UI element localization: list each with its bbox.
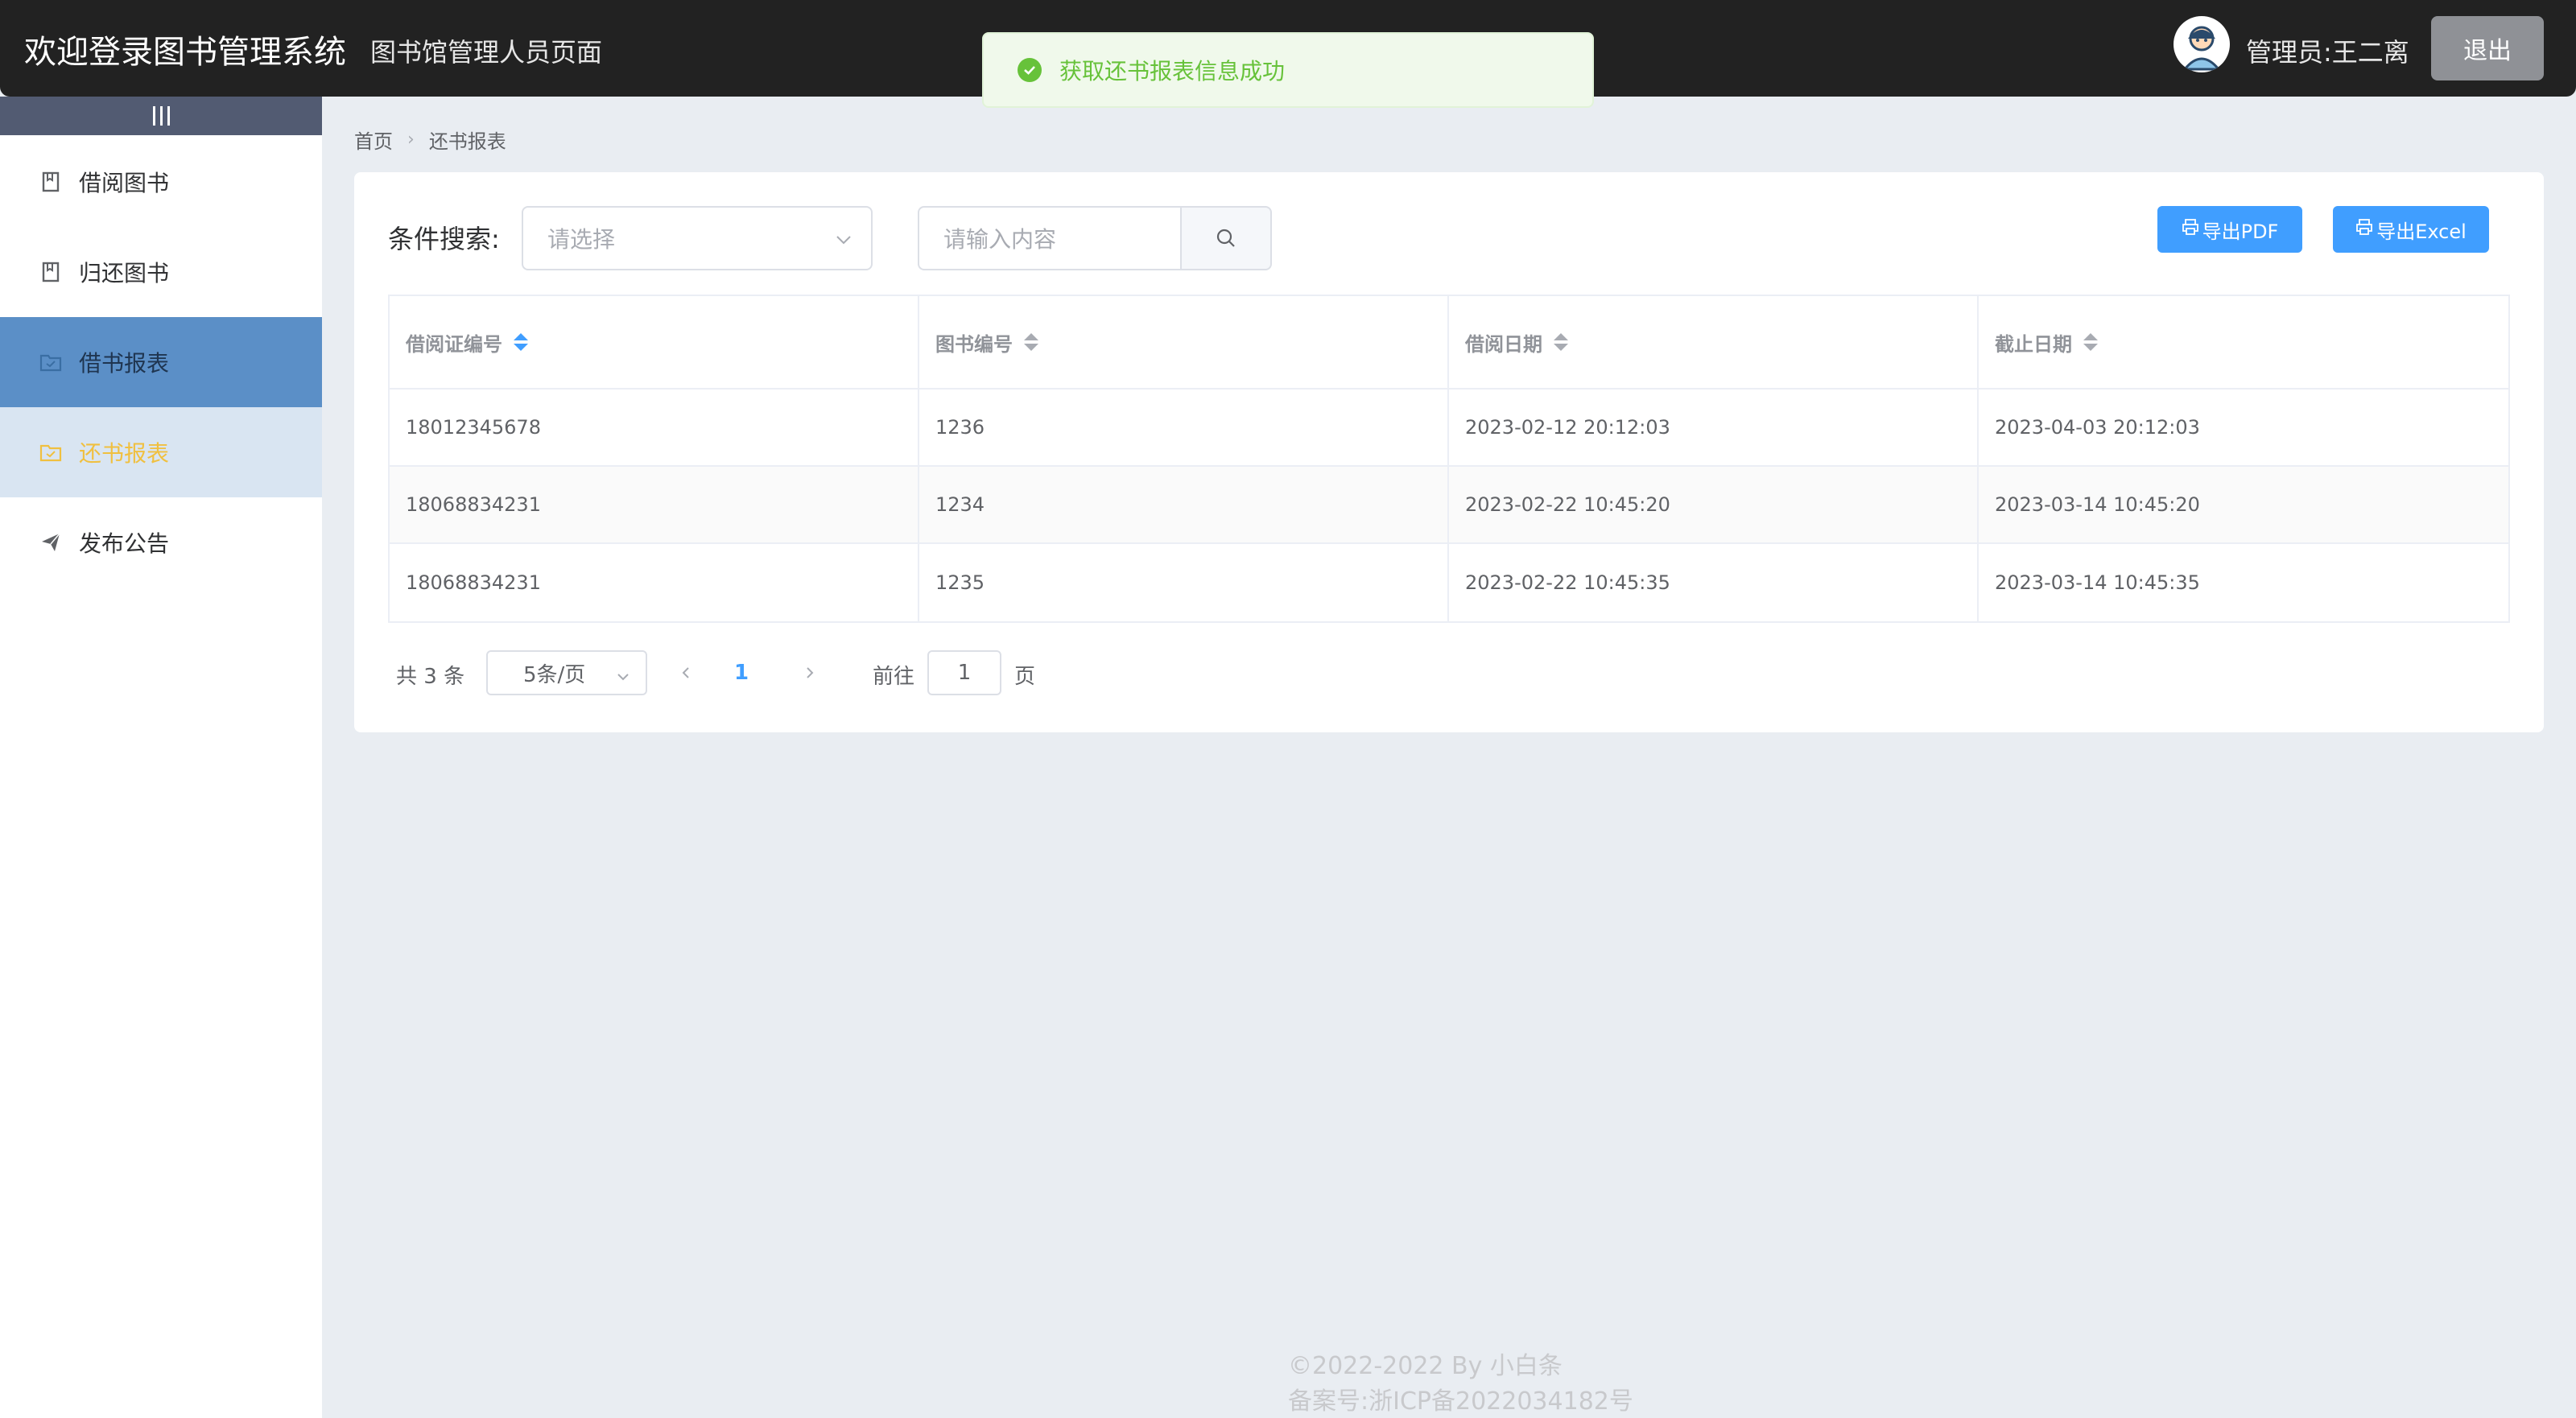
app-subtitle: 图书馆管理人员页面 [370,37,603,68]
condition-select[interactable]: 请选择 [522,206,873,270]
table-row: 18068834231 1234 2023-02-22 10:45:20 202… [390,467,2508,544]
sidebar-menu: 借阅图书 归还图书 借书报表 还书报表 发布公告 [0,137,322,587]
breadcrumb-current: 还书报表 [428,130,506,153]
book-icon [39,170,63,194]
next-page-button[interactable] [794,657,826,689]
search-button[interactable] [1180,206,1272,270]
search-icon [1216,229,1235,247]
sidebar: 借阅图书 归还图书 借书报表 还书报表 发布公告 [0,97,322,1418]
column-header-card-id[interactable]: 借阅证编号 [390,296,919,388]
page-number[interactable]: 1 [721,657,762,689]
breadcrumb-home[interactable]: 首页 [354,126,393,154]
sort-icon[interactable] [514,333,528,351]
folder-icon [39,350,63,374]
send-icon [39,530,63,554]
folder-icon [39,440,63,464]
page-size-value: 5条/页 [523,662,586,687]
table-cell: 18068834231 [390,467,919,542]
breadcrumb: 首页 › 还书报表 [354,126,506,154]
sidebar-item-label: 借阅图书 [79,170,170,196]
table-cell: 2023-02-22 10:45:20 [1449,467,1979,542]
avatar-icon [2174,17,2229,72]
sidebar-item-borrow-report[interactable]: 借书报表 [0,317,322,407]
chevron-right-icon [807,667,814,678]
table-cell: 2023-04-03 20:12:03 [1995,416,2200,439]
admin-name: 管理员:王二离 [2246,37,2409,68]
table-cell: 1234 [919,467,1449,542]
table-cell: 2023-03-14 10:45:20 [1995,493,2200,516]
table-cell: 18012345678 [390,390,919,465]
export-pdf-button[interactable]: 导出PDF [2157,206,2302,253]
logout-button[interactable]: 退出 [2431,16,2544,80]
sort-icon[interactable] [2083,333,2098,351]
collapse-toggle[interactable] [0,97,322,135]
table-row: 18068834231 1235 2023-02-22 10:45:35 202… [390,544,2508,621]
report-card: 条件搜索: 请选择 请输入内容 导出PDF 导出Excel 借阅证编号 图书编号 [354,172,2544,732]
sidebar-item-label: 还书报表 [79,440,170,467]
export-excel-label: 导出Excel [2376,220,2467,243]
search-label: 条件搜索: [388,224,500,254]
chevron-right-icon: › [407,130,415,150]
column-header-due-date[interactable]: 截止日期 [1979,296,2508,388]
app-title: 欢迎登录图书管理系统 [24,34,346,71]
table-cell: 1235 [919,544,1449,621]
book-icon [39,260,63,284]
chevron-down-icon [834,229,853,255]
table-cell: 18068834231 [390,544,919,621]
search-input-placeholder: 请输入内容 [943,226,1057,253]
footer: ©2022-2022 By 小白条 备案号:浙ICP备2022034182号 [1288,1349,1633,1418]
sort-icon[interactable] [1554,333,1568,351]
page-size-select[interactable]: 5条/页 [486,650,647,695]
chevron-left-icon [682,667,689,678]
sidebar-item-label: 发布公告 [79,530,170,557]
column-header-borrow-date[interactable]: 借阅日期 [1449,296,1979,388]
export-pdf-label: 导出PDF [2202,220,2279,243]
table-cell: 2023-03-14 10:45:35 [1995,571,2200,594]
sidebar-item-announcement[interactable]: 发布公告 [0,497,322,587]
chevron-down-icon [615,666,631,690]
table-row: 18012345678 1236 2023-02-12 20:12:03 202… [390,390,2508,467]
menu-toggle-icon [152,106,170,126]
pagination-total: 共 3 条 [396,665,465,689]
sort-icon[interactable] [1024,333,1038,351]
printer-icon [2182,218,2199,241]
avatar[interactable] [2174,16,2230,72]
select-placeholder: 请选择 [547,226,616,253]
table-cell: 2023-02-22 10:45:35 [1449,544,1979,621]
table-header-row: 借阅证编号 图书编号 借阅日期 截止日期 [390,296,2508,390]
sidebar-item-return-book[interactable]: 归还图书 [0,227,322,317]
copyright-text: ©2022-2022 By 小白条 [1288,1352,1563,1380]
icp-text[interactable]: 备案号:浙ICP备2022034182号 [1288,1384,1633,1418]
toast-message: 获取还书报表信息成功 [1059,58,1286,85]
sidebar-item-label: 借书报表 [79,350,170,377]
sidebar-item-return-report[interactable]: 还书报表 [0,407,322,497]
printer-icon [2355,218,2373,241]
table-cell: 2023-02-12 20:12:03 [1449,390,1979,465]
export-excel-button[interactable]: 导出Excel [2333,206,2489,253]
sidebar-item-label: 归还图书 [79,260,170,286]
report-table: 借阅证编号 图书编号 借阅日期 截止日期 18012345678 1236 20… [388,295,2510,623]
prev-page-button[interactable] [670,657,702,689]
page-suffix: 页 [1014,665,1036,689]
goto-page-input[interactable]: 1 [927,650,1001,695]
column-header-book-id[interactable]: 图书编号 [919,296,1449,388]
pagination: 共 3 条 5条/页 1 前往 1 页 [396,650,1362,695]
search-input[interactable]: 请输入内容 [918,206,1180,270]
sidebar-item-borrow-book[interactable]: 借阅图书 [0,137,322,227]
table-cell: 1236 [919,390,1449,465]
check-circle-icon [1018,58,1042,82]
success-toast: 获取还书报表信息成功 [982,32,1594,108]
goto-label: 前往 [873,665,915,689]
